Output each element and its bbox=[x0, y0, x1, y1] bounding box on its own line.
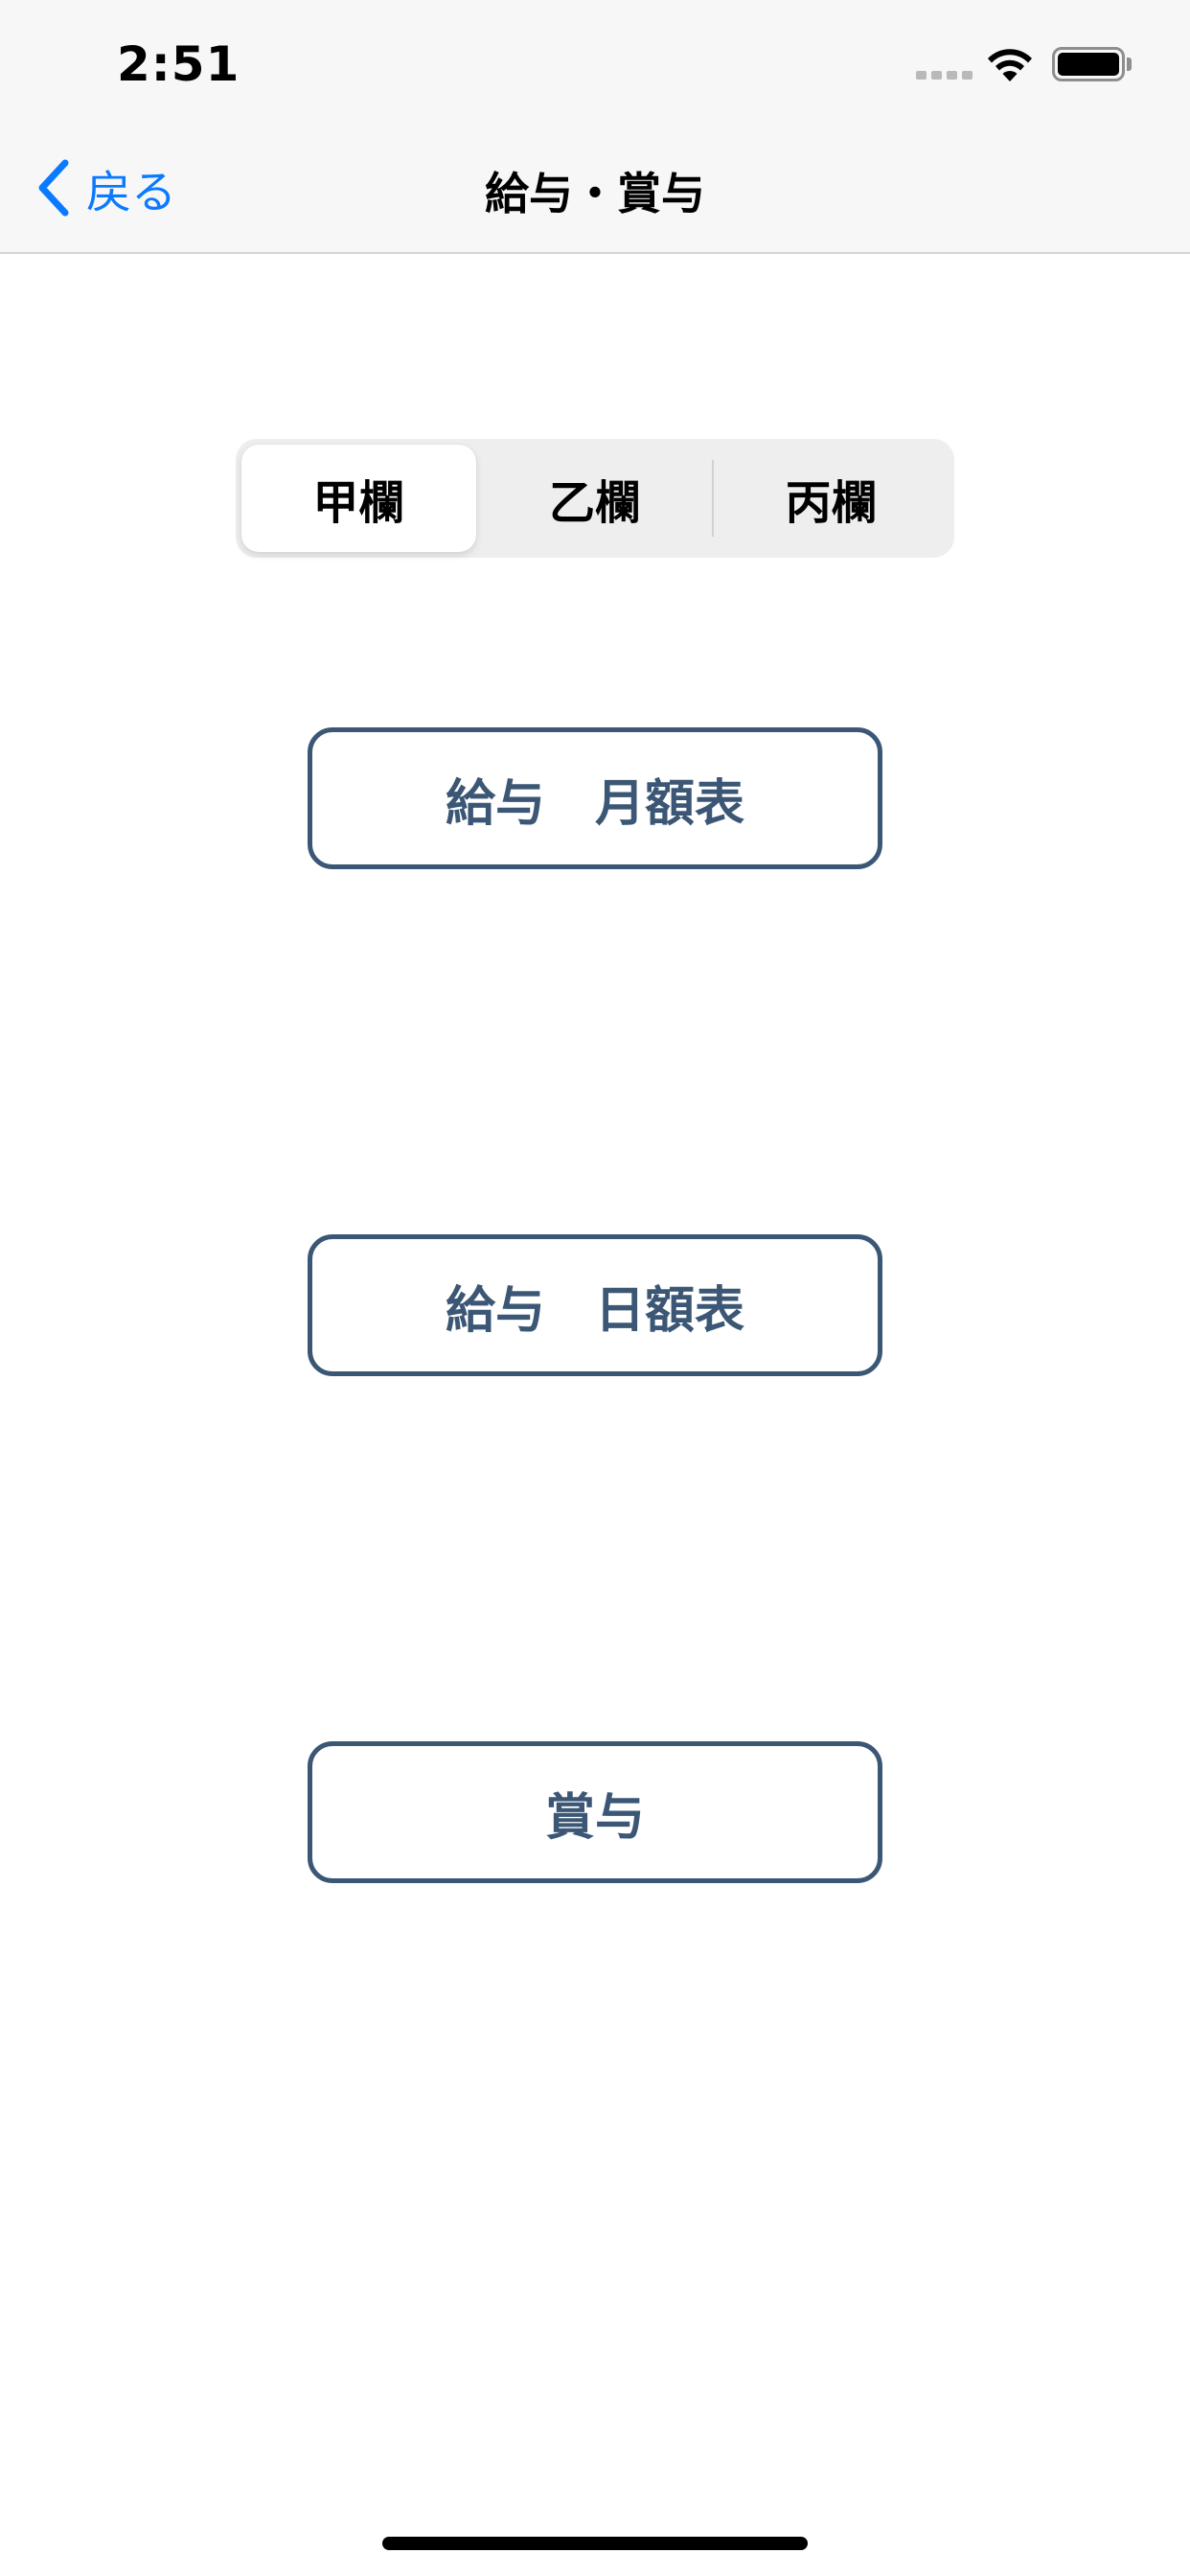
battery-cap bbox=[1127, 58, 1132, 71]
segment-hei[interactable]: 丙欄 bbox=[714, 445, 949, 552]
daily-table-button[interactable]: 給与 日額表 bbox=[308, 1234, 882, 1376]
monthly-table-button[interactable]: 給与 月額表 bbox=[308, 727, 882, 869]
home-indicator[interactable] bbox=[382, 2537, 808, 2550]
signal-bar bbox=[962, 71, 973, 80]
cellular-signal-icon bbox=[916, 71, 973, 80]
screen: 2:51 戻る 給与・賞与 甲欄 乙欄 丙欄 給与 月額表 給与 日額表 賞与 bbox=[0, 0, 1190, 2576]
segment-otsu[interactable]: 乙欄 bbox=[478, 445, 713, 552]
signal-bar bbox=[947, 71, 957, 80]
status-time: 2:51 bbox=[117, 36, 240, 92]
signal-bar bbox=[916, 71, 927, 80]
segment-kou[interactable]: 甲欄 bbox=[241, 445, 476, 552]
battery-icon bbox=[1052, 47, 1125, 81]
column-segmented-control: 甲欄 乙欄 丙欄 bbox=[236, 439, 954, 558]
battery-level bbox=[1058, 53, 1119, 76]
bonus-button[interactable]: 賞与 bbox=[308, 1741, 882, 1883]
wifi-icon bbox=[988, 49, 1032, 81]
page-title: 給与・賞与 bbox=[485, 168, 705, 219]
signal-bar bbox=[931, 71, 942, 80]
